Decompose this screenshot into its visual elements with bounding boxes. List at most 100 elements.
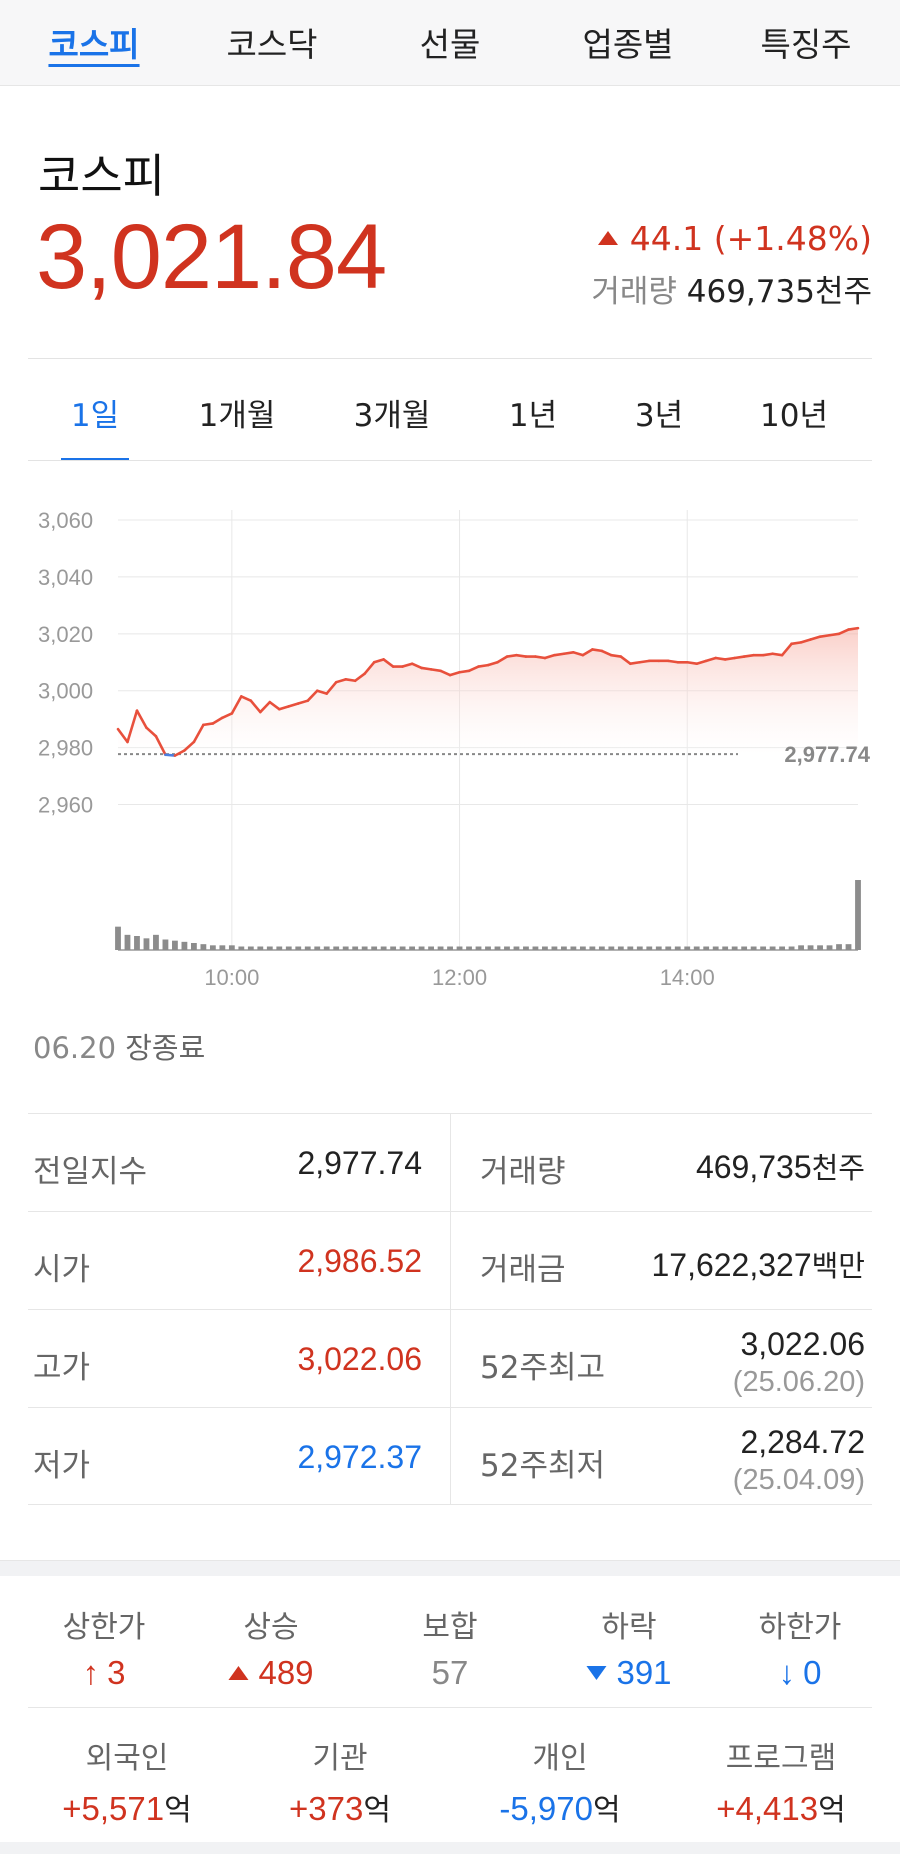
period-tab-1d[interactable]: 1일: [71, 390, 119, 435]
investor-foreign: 외국인 +5,571억: [62, 1733, 191, 1829]
period-tab-1y[interactable]: 1년: [509, 390, 557, 435]
stat-label: 전일지수: [33, 1154, 148, 1190]
investor-unit: 억: [592, 1793, 621, 1828]
breadth-value: ↑ 3: [63, 1654, 146, 1692]
volume-bar: [200, 944, 207, 950]
price-line-segment: [629, 660, 642, 665]
stat-date: (25.06.20): [732, 1366, 865, 1398]
period-tab-10y[interactable]: 10년: [760, 390, 828, 435]
volume-bar: [314, 946, 321, 950]
volume-bar: [323, 946, 330, 950]
stat-value: 2,986.52: [297, 1243, 422, 1279]
period-tab-3y[interactable]: 3년: [635, 390, 683, 435]
volume-bar: [769, 946, 776, 950]
volume-bar: [712, 946, 719, 950]
breadth-value: 489: [228, 1654, 314, 1692]
volume-bar: [627, 946, 634, 950]
investor-value: +373억: [289, 1785, 391, 1829]
volume-bar: [485, 946, 491, 950]
volume-bar: [560, 946, 567, 950]
breadth-value: 391: [586, 1654, 672, 1692]
breadth-value: ↓ 0: [759, 1654, 842, 1692]
volume-bar: [134, 936, 140, 950]
volume-bar: [456, 946, 463, 950]
stat-value: 2,972.37: [297, 1439, 422, 1475]
up-triangle-icon: [597, 231, 618, 245]
stat-value: 3,022.06: [740, 1326, 865, 1362]
investor-program: 프로그램 +4,413억: [716, 1733, 845, 1829]
volume-bar: [532, 946, 539, 950]
volume-bar: [845, 944, 852, 950]
volume-bar: [124, 934, 131, 950]
price-area-fill: [118, 628, 858, 756]
intraday-chart[interactable]: 3,060 3,040 3,020 3,000 2,980 2,960 10:00 12:00…: [0, 490, 900, 1000]
volume-bar: [636, 946, 643, 950]
volume-bar: [380, 946, 387, 950]
volume-bar: [219, 945, 226, 950]
price-line-segment: [638, 659, 651, 664]
volume-bar: [342, 946, 349, 950]
tab-sectors[interactable]: 업종별: [582, 18, 673, 66]
breadth-label: 상승: [243, 1610, 299, 1645]
investor-label: 프로그램: [725, 1741, 837, 1776]
volume-bar: [817, 945, 823, 950]
tab-futures[interactable]: 선물: [420, 18, 481, 66]
volume-bar: [228, 945, 235, 950]
volume-bar: [285, 946, 292, 950]
stats-table: 전일지수 2,977.74 거래량 469,735천주 시가 2,986.52 …: [28, 1113, 872, 1505]
stat-row-open: 시가 2,986.52 거래금 17,622,327백만: [28, 1211, 872, 1309]
investor-unit: 억: [818, 1793, 846, 1828]
price-line-segment: [505, 653, 518, 658]
breadth-value: 57: [431, 1654, 469, 1691]
breadth-number: 3: [107, 1654, 126, 1691]
investor-value: +4,413억: [716, 1785, 845, 1829]
prev-close-label: 2,977.74: [784, 742, 870, 767]
stat-label: 고가: [33, 1350, 91, 1386]
volume-bar: [247, 946, 254, 950]
price-line-segment: [610, 653, 623, 658]
period-tab-3m[interactable]: 3개월: [354, 390, 431, 435]
price-line-segment: [164, 753, 177, 757]
volume-bar: [807, 945, 814, 950]
x-tick-label: 10:00: [204, 965, 259, 990]
investor-value: +5,571억: [62, 1785, 191, 1829]
volume-bar: [238, 946, 245, 950]
index-change-value: 44.1 (+1.48%): [629, 219, 872, 258]
stat-unit: 천주: [811, 1151, 865, 1185]
breadth-decline: 하락 391: [586, 1602, 672, 1692]
volume-bar: [693, 946, 700, 950]
stat-row-high: 고가 3,022.06 52주최고 3,022.06 (25.06.20): [28, 1309, 872, 1407]
volume-bar: [579, 946, 586, 950]
stat-label: 저가: [33, 1448, 91, 1484]
volume-bar: [760, 946, 767, 950]
volume-bar: [276, 946, 283, 950]
price-line-segment: [458, 669, 471, 674]
investor-unit: 억: [363, 1793, 391, 1828]
price-line-segment: [733, 655, 746, 660]
market-status-label: 장종료: [125, 1031, 206, 1065]
volume-bar: [504, 946, 510, 950]
volume-bar: [589, 946, 596, 950]
period-tab-1m[interactable]: 1개월: [199, 390, 276, 435]
volume-bar: [266, 946, 273, 950]
price-line-segment: [515, 653, 528, 658]
volume-bar: [409, 946, 416, 950]
volume-bar: [428, 946, 434, 950]
breadth-label: 하한가: [758, 1610, 842, 1645]
tab-kospi[interactable]: 코스피: [48, 18, 139, 66]
tab-kosdaq[interactable]: 코스닥: [226, 18, 317, 66]
volume-bar: [190, 943, 197, 950]
volume-bar: [731, 946, 738, 950]
arrow-up-icon: ↑: [82, 1654, 100, 1691]
volume-bar: [475, 946, 482, 950]
breadth-number: 0: [803, 1654, 822, 1691]
tab-featured-stocks[interactable]: 특징주: [760, 18, 851, 66]
volume-bar: [570, 946, 577, 950]
volume-bar: [598, 946, 605, 950]
column-divider: [450, 1408, 451, 1504]
price-line-segment: [818, 633, 831, 638]
volume-bar: [684, 946, 691, 950]
stat-value: 3,022.06: [297, 1341, 422, 1377]
price-line-segment: [429, 668, 442, 673]
stat-label: 52주최저: [480, 1448, 606, 1484]
